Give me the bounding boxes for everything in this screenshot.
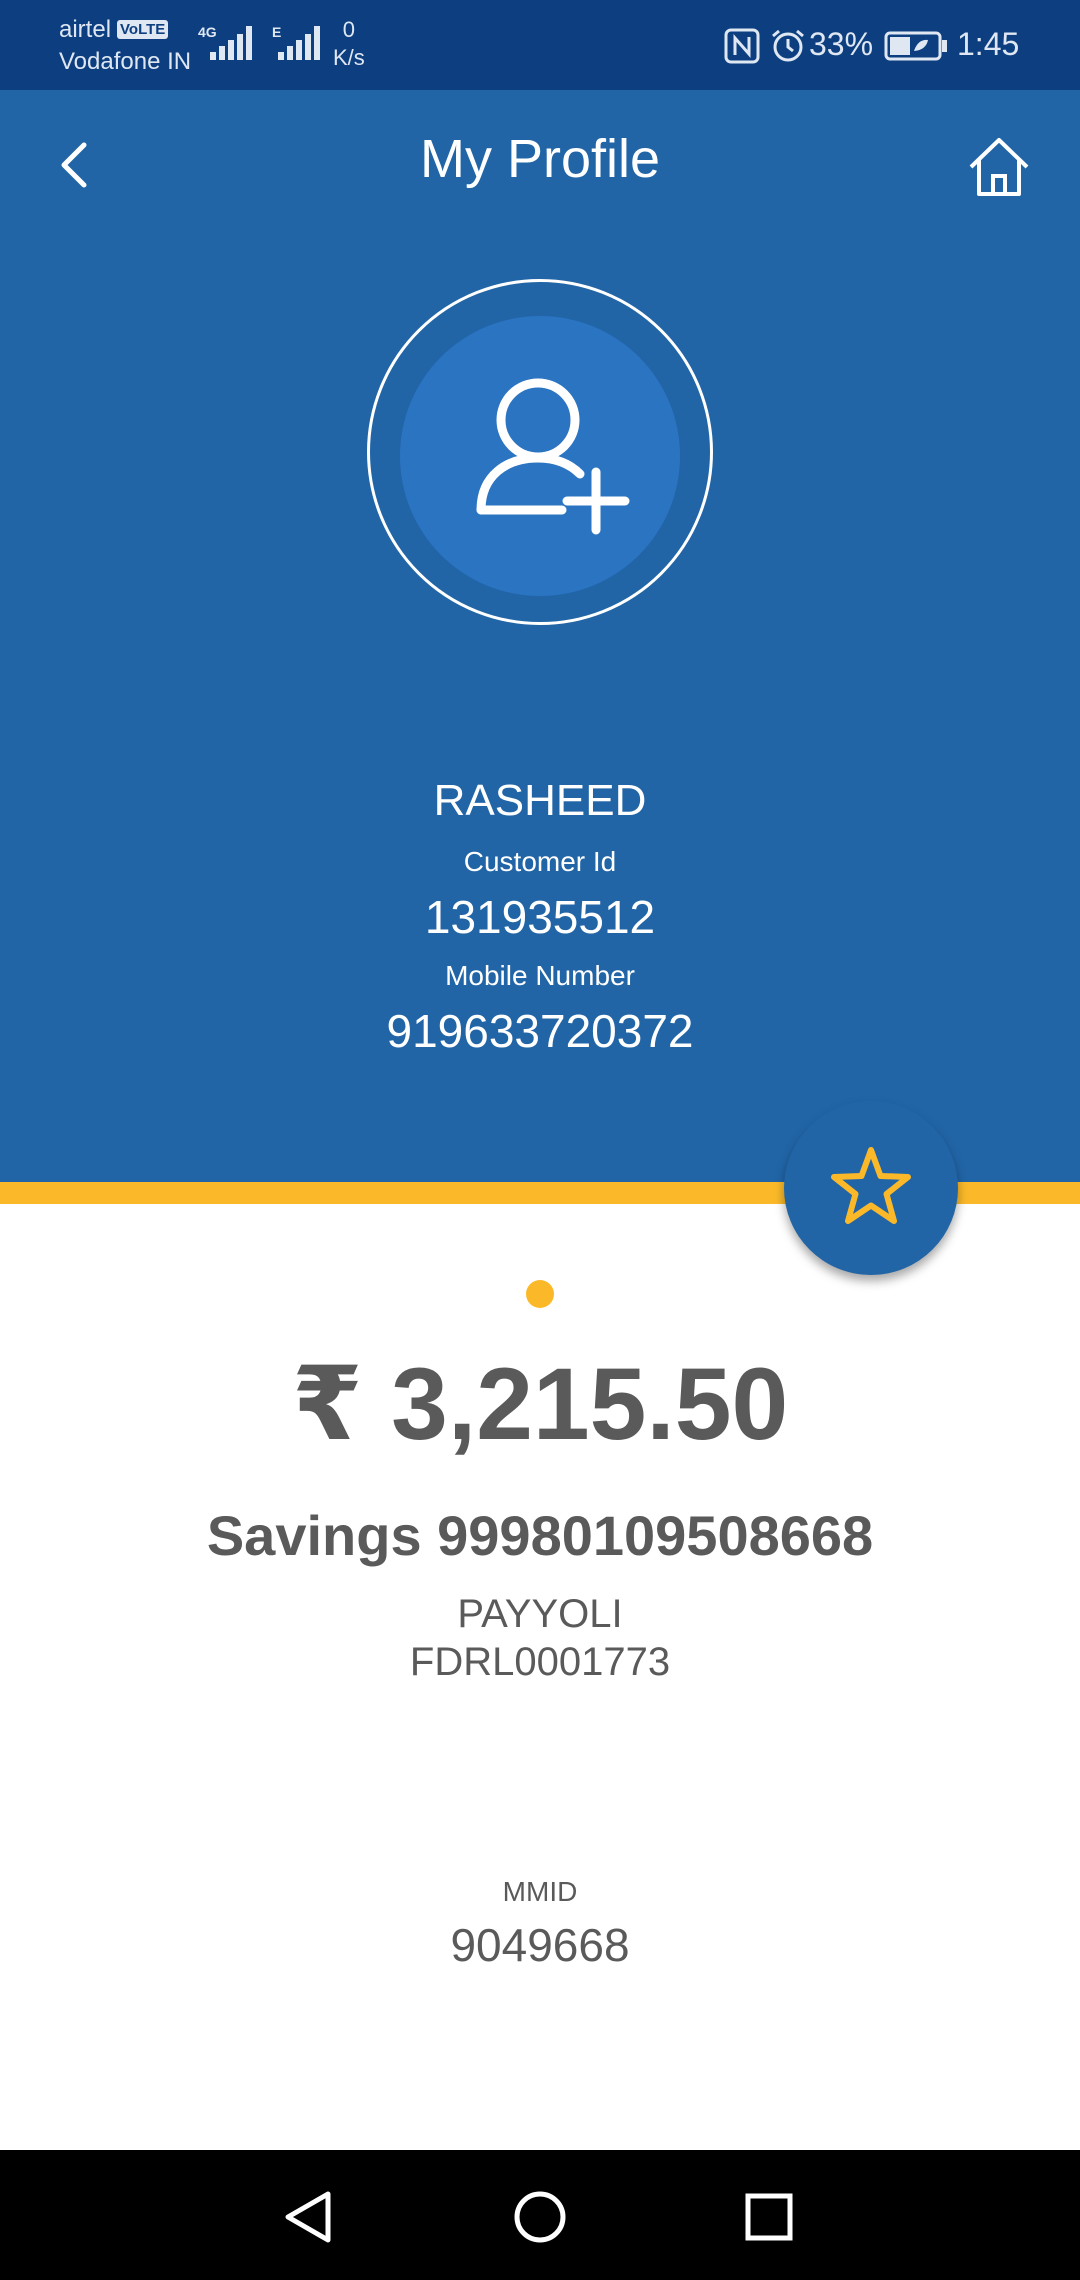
add-user-icon[interactable] (470, 368, 630, 538)
mobile-number-value: 919633720372 (386, 1005, 694, 1057)
status-bar: airtel VoLTE Vodafone IN 4G E 0 K/s 33% 1… (0, 0, 1080, 90)
clock: 1:45 (957, 26, 1020, 62)
volte-badge: VoLTE (117, 20, 169, 39)
carrier-2-label: Vodafone IN (59, 48, 192, 75)
user-name: RASHEED (433, 776, 647, 825)
mmid-label: MMID (502, 1876, 578, 1907)
account-type-number: Savings 99980109508668 (206, 1504, 874, 1567)
home-icon[interactable] (966, 134, 1032, 200)
battery-percent: 33% (809, 26, 874, 62)
system-nav-bar (0, 2150, 1080, 2280)
branch-name: PAYYOLI (457, 1592, 623, 1636)
alarm-icon (772, 29, 804, 62)
speed-value: 0 (342, 17, 356, 42)
star-icon (831, 1147, 911, 1224)
favorite-button[interactable] (784, 1101, 958, 1275)
carrier-1-label: airtel (59, 16, 112, 43)
nfc-icon (724, 28, 760, 64)
network-speed: 0 K/s (333, 16, 365, 72)
speed-unit: K/s (333, 45, 365, 70)
page-title: My Profile (419, 129, 661, 189)
page-indicator-dot (526, 1280, 554, 1308)
nav-back-icon[interactable] (274, 2182, 344, 2252)
account-balance: ₹ 3,215.50 (291, 1347, 789, 1461)
signal-strength-2-icon (278, 26, 320, 60)
nav-recents-icon[interactable] (734, 2182, 804, 2252)
carrier-1: airtel VoLTE (59, 16, 169, 44)
signal-strength-1-icon (210, 26, 252, 60)
mobile-number-label: Mobile Number (445, 960, 635, 991)
customer-id-value: 131935512 (424, 891, 656, 943)
nav-home-icon[interactable] (505, 2182, 575, 2252)
mmid-value: 9049668 (450, 1919, 630, 1971)
ifsc-code: FDRL0001773 (409, 1640, 671, 1684)
customer-id-label: Customer Id (463, 846, 617, 877)
battery-icon (884, 31, 947, 61)
